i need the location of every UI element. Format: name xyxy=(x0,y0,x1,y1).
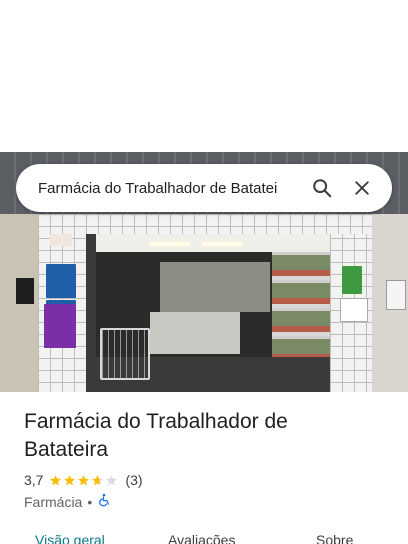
close-icon[interactable] xyxy=(342,168,382,208)
map-blank-area xyxy=(0,0,408,152)
poster xyxy=(44,304,76,348)
star-icon xyxy=(78,474,90,485)
display-rack xyxy=(100,328,150,380)
tiled-lintel xyxy=(38,214,372,234)
star-icon xyxy=(106,474,118,485)
search-icon[interactable] xyxy=(302,168,342,208)
ceiling-lamp xyxy=(150,242,190,246)
search-bar[interactable]: Farmácia do Trabalhador de Batatei xyxy=(16,164,392,212)
place-category: Farmácia xyxy=(24,493,83,510)
poster xyxy=(50,234,72,246)
tab-reviews[interactable]: Avaliações xyxy=(168,532,235,544)
counter xyxy=(150,312,240,354)
wheelchair-icon xyxy=(97,493,111,510)
star-icon xyxy=(92,474,104,485)
rating-value: 3,7 xyxy=(24,472,44,488)
tab-about[interactable]: Sobre xyxy=(316,532,353,544)
star-icon xyxy=(64,474,76,485)
search-input[interactable]: Farmácia do Trabalhador de Batatei xyxy=(38,180,302,197)
place-title-line-1: Farmácia do Trabalhador de xyxy=(24,410,288,433)
place-title: Farmácia do Trabalhador de Batateira xyxy=(24,408,384,464)
electric-meter xyxy=(386,280,406,310)
electrical-box xyxy=(16,278,34,304)
rating-row[interactable]: 3,7 (3) xyxy=(24,472,143,488)
category-row: Farmácia • xyxy=(24,493,111,510)
poster xyxy=(46,264,76,298)
star-rating xyxy=(49,474,119,487)
place-tabs: Visão geral Avaliações Sobre xyxy=(0,528,408,544)
ceiling-lamp xyxy=(202,242,242,246)
star-icon xyxy=(50,474,62,485)
review-count[interactable]: (3) xyxy=(125,472,142,488)
tab-overview[interactable]: Visão geral xyxy=(35,532,105,544)
separator: • xyxy=(87,493,93,510)
poster xyxy=(340,298,368,322)
poster xyxy=(342,266,362,294)
place-title-line-2: Batateira xyxy=(24,438,109,461)
shelf xyxy=(160,262,270,312)
